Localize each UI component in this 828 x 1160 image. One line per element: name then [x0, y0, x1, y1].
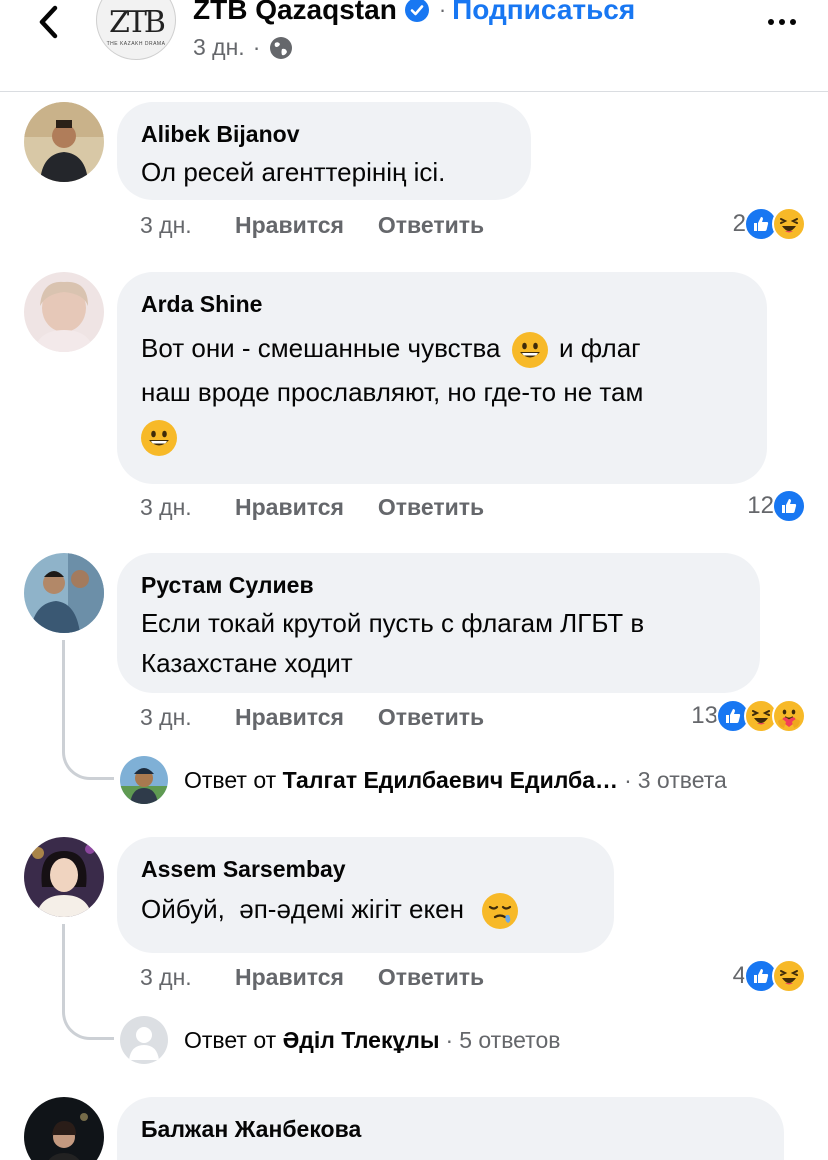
- comment-time[interactable]: 3 дн.: [140, 704, 235, 731]
- comment-actions: 3 дн. Нравится Ответить: [140, 704, 518, 731]
- reply-separator: ·: [624, 766, 632, 793]
- sleepy-face-icon: [482, 893, 519, 930]
- avatar[interactable]: [24, 837, 104, 917]
- post-header: ZTB THE KAZAKH DRAMA ZTB Qazaqstan · Под…: [0, 0, 828, 92]
- care-icon: [772, 699, 806, 733]
- reaction-count: 13: [691, 702, 718, 729]
- thread-line: [62, 924, 114, 1040]
- reaction-summary[interactable]: 13: [691, 699, 806, 733]
- globe-icon: [270, 36, 293, 59]
- page-logo-subtitle: THE KAZAKH DRAMA: [106, 40, 166, 47]
- reaction-summary[interactable]: 2: [733, 207, 806, 241]
- reply-prefix: Ответ от: [184, 766, 277, 793]
- comment-bubble: Балжан Жанбекова: [117, 1097, 784, 1160]
- verified-badge-icon: [404, 0, 429, 22]
- comment-text: Ол ресей агенттерінің ісі.: [141, 157, 446, 187]
- avatar[interactable]: [24, 102, 104, 182]
- page-avatar[interactable]: ZTB THE KAZAKH DRAMA: [96, 0, 176, 60]
- post-time[interactable]: 3 дн.: [193, 34, 245, 61]
- subscribe-button[interactable]: Подписаться: [452, 0, 635, 26]
- comment-text-part: Если токай крутой пусть с флагам ЛГБТ в: [141, 608, 645, 638]
- reply-avatar: [120, 1016, 168, 1064]
- back-button[interactable]: [30, 2, 66, 42]
- post-meta: 3 дн. ·: [193, 34, 294, 61]
- comment-author[interactable]: Assem Sarsembay: [141, 855, 590, 883]
- avatar[interactable]: [24, 272, 104, 352]
- page-name[interactable]: ZTB Qazaqstan: [193, 0, 397, 26]
- page-logo: ZTB: [109, 4, 166, 40]
- like-button[interactable]: Нравится: [235, 494, 344, 521]
- reply-button[interactable]: Ответить: [378, 964, 484, 991]
- avatar[interactable]: [24, 553, 104, 633]
- header-separator: ·: [438, 0, 447, 22]
- comment-bubble: Arda Shine Вот они - смешанные чувства и…: [117, 272, 767, 484]
- reply-avatar: [120, 756, 168, 804]
- reply-button[interactable]: Ответить: [378, 494, 484, 521]
- meta-separator: ·: [252, 34, 261, 60]
- comment-actions: 3 дн. Нравится Ответить: [140, 212, 518, 239]
- more-dot-icon: [768, 19, 774, 25]
- reply-separator: ·: [445, 1026, 454, 1053]
- comment-actions: 3 дн. Нравится Ответить: [140, 964, 518, 991]
- more-dot-icon: [790, 19, 796, 25]
- comment-bubble: Assem Sarsembay Ойбуй, әп-әдемі жігіт ек…: [117, 837, 614, 953]
- comment-text-part: Ойбуй, әп-әдемі жігіт екен: [141, 894, 464, 924]
- page-name-row: ZTB Qazaqstan · Подписаться: [193, 0, 635, 26]
- comment-text-part: Вот они - смешанные чувства: [141, 333, 501, 363]
- comment-text-part: наш вроде прославляют, но где-то не там: [141, 377, 644, 407]
- reply-count: 3 ответа: [637, 766, 727, 793]
- comment-author[interactable]: Рустам Сулиев: [141, 571, 736, 599]
- like-icon: [772, 489, 806, 523]
- like-button[interactable]: Нравится: [235, 964, 344, 991]
- reaction-count: 12: [747, 492, 774, 519]
- comment-author[interactable]: Alibek Bijanov: [141, 120, 507, 148]
- comment-time[interactable]: 3 дн.: [140, 494, 235, 521]
- chevron-left-icon: [39, 5, 58, 39]
- reply-count: 5 ответов: [459, 1026, 561, 1053]
- comment-text: Если токай крутой пусть с флагам ЛГБТ в …: [141, 603, 736, 683]
- like-button[interactable]: Нравится: [235, 704, 344, 731]
- more-options-button[interactable]: [760, 12, 804, 32]
- haha-icon: [772, 207, 806, 241]
- grinning-face-icon: [141, 420, 177, 457]
- reply-prefix: Ответ от: [184, 1026, 277, 1053]
- reaction-summary[interactable]: 4: [733, 959, 806, 993]
- comment-time[interactable]: 3 дн.: [140, 964, 235, 991]
- comment-bubble: Alibek Bijanov Ол ресей агенттерінің ісі…: [117, 102, 531, 200]
- avatar[interactable]: [24, 1097, 104, 1160]
- reply-button[interactable]: Ответить: [378, 704, 484, 731]
- view-replies-link[interactable]: Ответ от Талгат Едилбаевич Едилба… · 3 о…: [120, 756, 727, 804]
- view-replies-link[interactable]: Ответ от Әділ Тлекұлы · 5 ответов: [120, 1016, 560, 1064]
- comment-time[interactable]: 3 дн.: [140, 212, 235, 239]
- comment-bubble: Рустам Сулиев Если токай крутой пусть с …: [117, 553, 760, 693]
- reply-author: Талгат Едилбаевич Едилба…: [282, 766, 619, 793]
- reply-button[interactable]: Ответить: [378, 212, 484, 239]
- grinning-face-icon: [511, 332, 548, 369]
- comment-author[interactable]: Arda Shine: [141, 290, 743, 318]
- reaction-summary[interactable]: 12: [747, 489, 806, 523]
- like-button[interactable]: Нравится: [235, 212, 344, 239]
- reply-author: Әділ Тлекұлы: [282, 1026, 440, 1053]
- haha-icon: [772, 959, 806, 993]
- comment-text: Вот они - смешанные чувства и флаг наш в…: [141, 326, 743, 458]
- comment-author[interactable]: Балжан Жанбекова: [141, 1115, 760, 1143]
- more-dot-icon: [779, 19, 785, 25]
- comment-text-part: и флаг: [558, 333, 641, 363]
- thread-line: [62, 640, 114, 780]
- comment-actions: 3 дн. Нравится Ответить: [140, 494, 518, 521]
- comment-text-part: Казахстане ходит: [141, 648, 353, 678]
- comment-text: Ойбуй, әп-әдемі жігіт екен: [141, 887, 590, 931]
